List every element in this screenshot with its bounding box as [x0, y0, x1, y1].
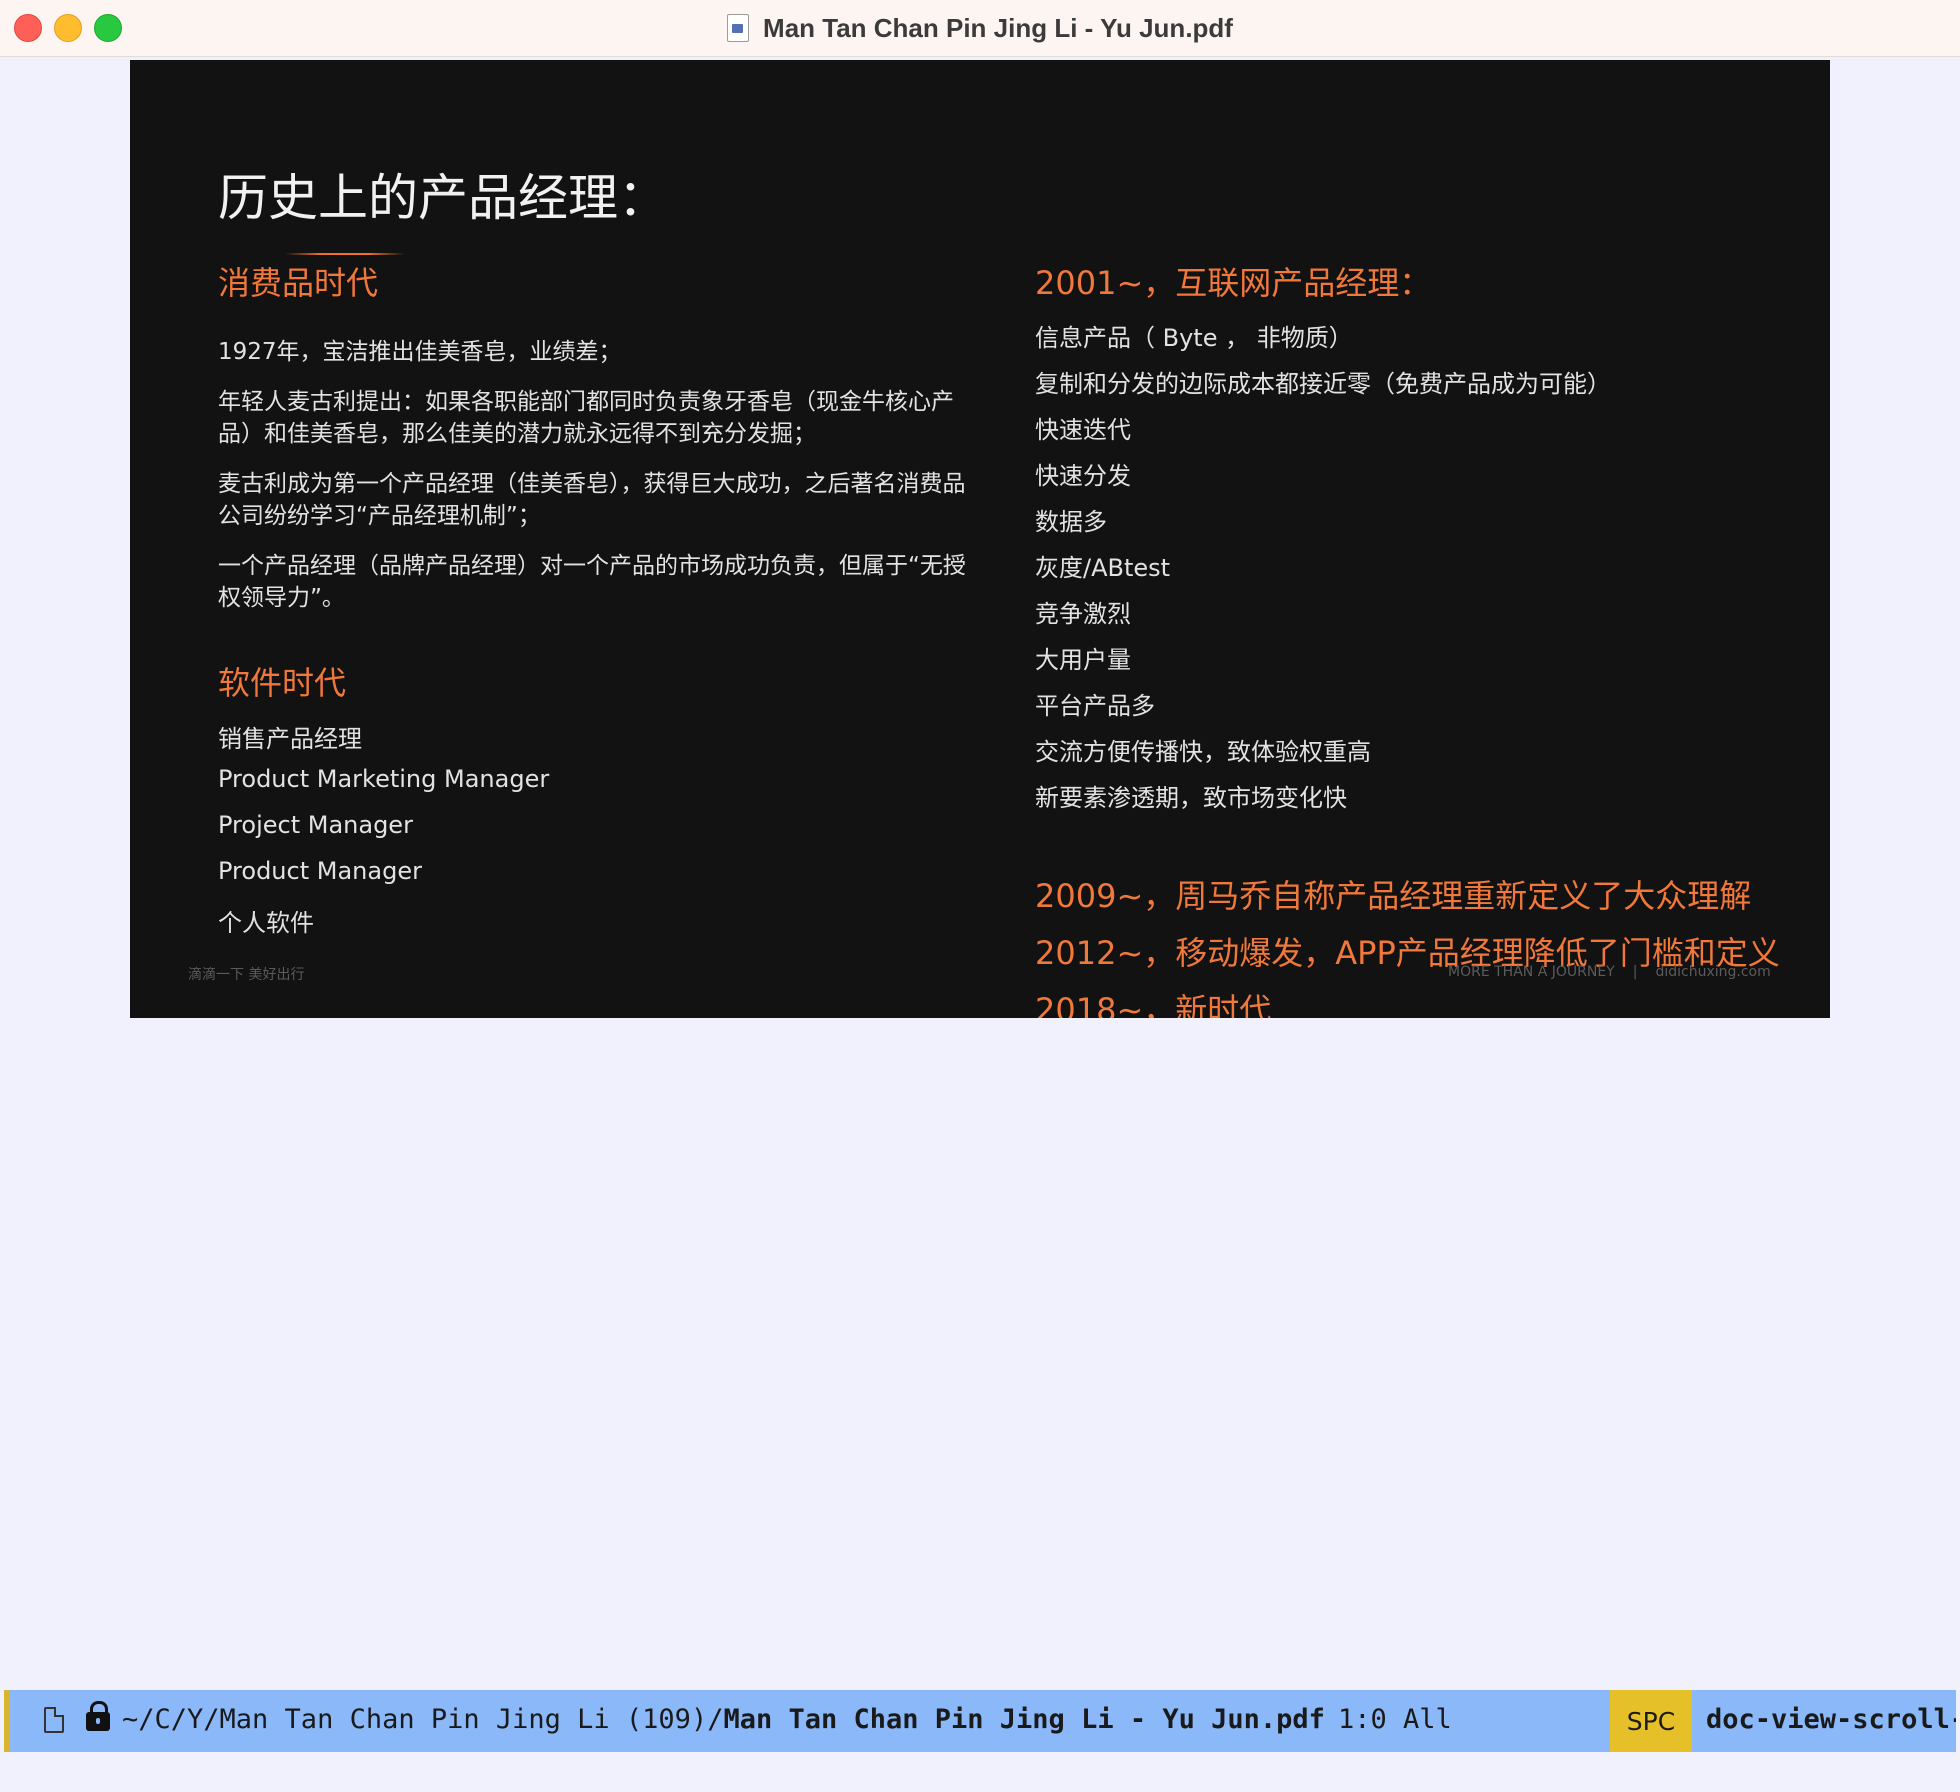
window-titlebar: Man Tan Chan Pin Jing Li - Yu Jun.pdf	[0, 0, 1960, 57]
internet-list-item: 竞争激烈	[1035, 600, 1131, 628]
software-list-item: Product Manager	[218, 857, 422, 885]
internet-list-item: 数据多	[1035, 508, 1107, 536]
buffer-path: ~/C/Y/Man Tan Chan Pin Jing Li (109)/Man…	[122, 1704, 1325, 1735]
internet-list-item: 交流方便传播快，致体验权重高	[1035, 738, 1371, 766]
consumer-paragraph: 1927年，宝洁推出佳美香皂，业绩差；	[218, 339, 622, 365]
milestone-2009: 2009~，周马乔自称产品经理重新定义了大众理解	[1035, 877, 1752, 915]
internet-list-item: 快速分发	[1035, 462, 1131, 490]
pdf-document-icon	[727, 14, 750, 42]
internet-list-item: 灰度/ABtest	[1035, 554, 1171, 582]
modeline-indicator	[4, 1690, 10, 1752]
software-list-item: 个人软件	[218, 909, 314, 937]
slide-heading: 历史上的产品经理：	[218, 169, 668, 227]
internet-list-item: 新要素渗透期，致市场变化快	[1035, 784, 1347, 812]
mode-line: ~/C/Y/Man Tan Chan Pin Jing Li (109)/Man…	[4, 1690, 1956, 1752]
software-list-item: Project Manager	[218, 811, 413, 839]
milestone-2018: 2018~，新时代	[1035, 991, 1272, 1018]
lock-icon	[86, 1701, 110, 1731]
buffer-directory: ~/C/Y/Man Tan Chan Pin Jing Li (109)/	[122, 1704, 724, 1735]
internet-list-item: 快速迭代	[1035, 416, 1131, 444]
consumer-paragraph: 麦古利成为第一个产品经理（佳美香皂），获得巨大成功，之后著名消费品公司纷纷学习“…	[218, 471, 966, 529]
internet-list-item: 大用户量	[1035, 646, 1131, 674]
internet-era-title: 2001~，互联网产品经理：	[1035, 264, 1432, 302]
internet-list-item: 复制和分发的边际成本都接近零（免费产品成为可能）	[1035, 370, 1611, 398]
consumer-paragraph: 一个产品经理（品牌产品经理）对一个产品的市场成功负责，但属于“无授权领导力”。	[218, 553, 966, 611]
footer-brand: MORE THAN A JOURNEY | didichuxing.com	[1448, 964, 1771, 980]
consumer-paragraph: 年轻人麦古利提出：如果各职能部门都同时负责象牙香皂（现金牛核心产品）和佳美香皂，…	[218, 389, 954, 447]
buffer-position: 1:0 All	[1338, 1704, 1452, 1735]
software-list-item: Product Marketing Manager	[218, 765, 550, 793]
buffer-filename: Man Tan Chan Pin Jing Li - Yu Jun.pdf	[723, 1704, 1325, 1735]
decorative-divider	[285, 253, 405, 255]
software-list-item: 销售产品经理	[218, 725, 362, 753]
file-icon	[44, 1707, 64, 1733]
current-command: doc-view-scroll-	[1706, 1704, 1956, 1735]
internet-list-item: 信息产品（ Byte ， 非物质）	[1035, 324, 1353, 352]
consumer-era-title: 消费品时代	[218, 264, 379, 302]
window-title: Man Tan Chan Pin Jing Li - Yu Jun.pdf	[763, 12, 1233, 43]
footer-website: didichuxing.com	[1655, 964, 1771, 980]
pdf-page[interactable]: 历史上的产品经理： 消费品时代 1927年，宝洁推出佳美香皂，业绩差； 年轻人麦…	[130, 60, 1830, 1018]
footer-slogan: 滴滴一下 美好出行	[188, 967, 305, 983]
internet-list-item: 平台产品多	[1035, 692, 1155, 720]
software-era-title: 软件时代	[218, 664, 347, 702]
footer-separator: |	[1632, 964, 1638, 980]
footer-tagline: MORE THAN A JOURNEY	[1448, 964, 1615, 980]
spc-leader-indicator: SPC	[1610, 1690, 1692, 1752]
